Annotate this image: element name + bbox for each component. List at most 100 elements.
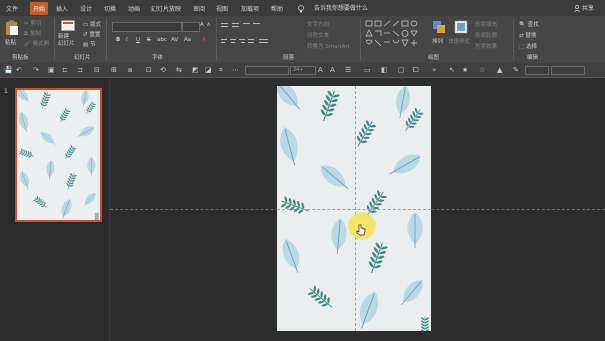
reset-button[interactable]: ↺ 重置 — [83, 30, 100, 38]
selection-pane-icon[interactable]: ⋯ — [232, 66, 239, 74]
bullets-icon[interactable] — [221, 22, 261, 30]
select-button[interactable]: ⬚ 选择 — [519, 42, 537, 50]
shrink-font-button[interactable]: A — [207, 23, 210, 28]
share-button[interactable]: 共享 — [574, 3, 594, 13]
text-shadow-button[interactable]: abc — [157, 37, 167, 43]
paste-icon[interactable] — [5, 20, 19, 36]
star-outline-icon[interactable]: ☆ — [479, 66, 485, 74]
star-icon[interactable]: ★ — [462, 66, 468, 74]
thumbnail-leaf-pattern — [17, 90, 99, 220]
leaf-shape — [77, 126, 95, 137]
leaf-shape — [282, 238, 300, 273]
leaf-shape — [389, 154, 421, 175]
distribute-icon[interactable]: ⊞ — [111, 66, 117, 74]
font-name-box[interactable] — [245, 66, 289, 75]
tab-file[interactable]: 文件 — [6, 4, 18, 13]
font-name-combo[interactable] — [112, 22, 182, 32]
slideshow-icon[interactable]: ▣ — [48, 66, 55, 74]
flip-icon[interactable]: ⇆ — [176, 66, 182, 74]
zoom-box-1[interactable] — [525, 66, 549, 75]
bullets-qat-icon[interactable]: ☰ — [345, 66, 351, 74]
rotate-icon[interactable]: ⟲ — [160, 66, 166, 74]
leaf-shape — [61, 199, 72, 219]
shape-outline-button[interactable]: 形状轮廓 — [475, 31, 497, 39]
italic-button[interactable]: I — [126, 37, 128, 43]
shape-fill-icon[interactable]: ◧ — [381, 66, 388, 74]
shape-fill-button[interactable]: 形状填充 — [475, 20, 497, 28]
layout-button[interactable]: ▭ 版式 — [83, 20, 101, 28]
zoom-box-2[interactable] — [551, 66, 585, 75]
align-center-icon[interactable]: ⊐ — [77, 66, 83, 74]
triangle-icon[interactable]: ▲ — [497, 66, 502, 74]
tab-help[interactable]: 帮助 — [271, 4, 283, 13]
leaf-shape — [280, 126, 298, 166]
quick-styles-button[interactable]: 快速样式 — [448, 37, 470, 45]
tab-transitions[interactable]: 切换 — [104, 4, 116, 13]
tab-addins[interactable]: 加载项 — [241, 4, 259, 13]
bold-button[interactable]: B — [116, 37, 120, 43]
char-spacing-button[interactable]: AV — [171, 37, 178, 43]
more-icon[interactable]: » — [432, 66, 436, 74]
leaf-shape — [359, 291, 379, 329]
leaf-shape — [18, 111, 29, 133]
tab-view[interactable]: 视图 — [216, 4, 228, 13]
text-direction-button[interactable]: 文字方向 — [307, 20, 329, 28]
copy-button[interactable]: ⧉ 复制 — [24, 29, 41, 38]
shape-effects-button[interactable]: 形状效果 — [475, 42, 497, 50]
align-icons[interactable] — [221, 38, 271, 46]
tell-me-search[interactable]: 告诉我你想要做什么 — [298, 3, 368, 13]
leaf-shape — [81, 90, 89, 107]
layout-label: 版式 — [89, 22, 101, 28]
undo-icon[interactable]: ↶ — [16, 66, 22, 74]
section-button[interactable]: ▤ 节 — [83, 40, 95, 48]
tab-home[interactable]: 开始 — [30, 2, 49, 15]
decrease-font-icon[interactable]: A — [330, 66, 335, 74]
replace-button[interactable]: ⇄ 替换 — [519, 31, 536, 39]
align-left-icon[interactable]: ⊏ — [62, 66, 68, 74]
ungroup-icon[interactable]: ⊡ — [146, 66, 152, 74]
shape-icon[interactable]: ▭ — [364, 66, 371, 74]
grow-font-button[interactable]: A — [200, 22, 204, 28]
increase-font-icon[interactable]: A — [318, 66, 323, 74]
underline-button[interactable]: U — [136, 37, 140, 43]
strikethrough-button[interactable]: S — [147, 37, 151, 43]
convert-smartart-button[interactable]: 转换为 SmartArt — [307, 42, 350, 50]
redo-icon[interactable]: ↷ — [33, 66, 39, 74]
editing-group-label: 编辑 — [527, 55, 539, 61]
highlight-icon[interactable]: ✎ — [513, 66, 519, 74]
send-backward-icon[interactable]: ◪ — [205, 66, 212, 74]
cut-button[interactable]: ✂ 剪切 — [24, 19, 41, 27]
format-painter-button[interactable]: 🖌 格式刷 — [24, 39, 49, 47]
leaf-shape — [40, 92, 51, 109]
align-right-icon[interactable]: ⊟ — [94, 66, 100, 74]
bring-forward-icon[interactable]: ◩ — [192, 66, 199, 74]
tab-review[interactable]: 审阅 — [193, 4, 205, 13]
pointer-icon[interactable]: ↖ — [449, 66, 455, 74]
tab-animations[interactable]: 动画 — [128, 4, 140, 13]
arrange-icon[interactable] — [432, 20, 446, 34]
font-size-box[interactable]: 24+ — [290, 66, 316, 75]
crop-icon[interactable]: ⌗ — [219, 66, 223, 75]
new-slide-icon[interactable] — [61, 20, 75, 32]
new-slide-button[interactable]: 新建 幻灯片 — [58, 34, 75, 48]
quick-styles-icon[interactable] — [454, 20, 468, 34]
align-text-button[interactable]: 对齐文本 — [307, 31, 329, 39]
find-button[interactable]: 🔍 查找 — [519, 20, 539, 28]
shapes-gallery-icon[interactable] — [365, 20, 425, 48]
ribbon-tab-bar: 文件 开始 插入 设计 切换 动画 幻灯片放映 审阅 视图 加载项 帮助 告诉我… — [0, 0, 605, 16]
font-size-combo[interactable] — [182, 22, 200, 32]
change-case-button[interactable]: Aa — [184, 37, 191, 43]
tab-design[interactable]: 设计 — [80, 4, 92, 13]
horizontal-guide-on-slide[interactable] — [277, 209, 431, 210]
paste-button[interactable]: 粘贴 — [5, 38, 16, 46]
group-icon[interactable]: ⧈ — [128, 66, 132, 75]
save-icon[interactable]: 💾 — [4, 66, 13, 74]
slide-thumbnail[interactable] — [15, 88, 102, 222]
tab-insert[interactable]: 插入 — [56, 4, 68, 13]
find-label: 查找 — [527, 22, 539, 28]
font-color-button[interactable]: A — [202, 37, 206, 43]
outline-icon[interactable]: ▢ — [398, 66, 405, 74]
tab-slideshow[interactable]: 幻灯片放映 — [151, 4, 181, 13]
arrange-button[interactable]: 排列 — [432, 37, 443, 45]
text-box-icon[interactable]: ⧠ — [413, 66, 419, 75]
